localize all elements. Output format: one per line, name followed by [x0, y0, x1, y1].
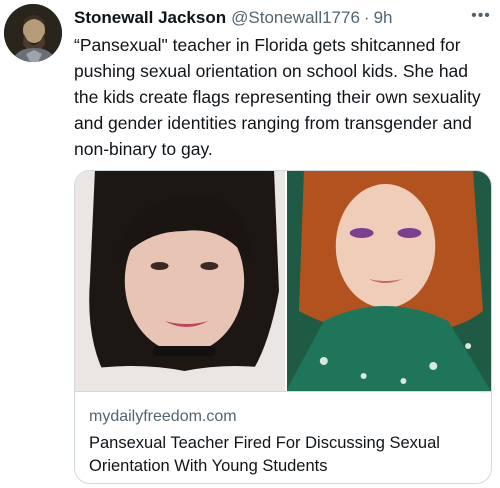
link-domain: mydailyfreedom.com: [89, 408, 237, 425]
link-preview-card[interactable]: mydailyfreedom.com Pansexual Teacher Fir…: [74, 170, 492, 484]
tweet-text: “Pansexual" teacher in Florida gets shit…: [74, 35, 481, 159]
tweet-timestamp[interactable]: 9h: [374, 8, 393, 28]
right-photo: [285, 171, 491, 391]
link-preview-info[interactable]: mydailyfreedom.com Pansexual Teacher Fir…: [75, 391, 491, 483]
more-options-icon[interactable]: •••: [468, 6, 494, 26]
avatar-portrait-image: [4, 4, 62, 62]
author-name[interactable]: Stonewall Jackson: [74, 8, 226, 28]
author-handle[interactable]: @Stonewall1776: [231, 8, 360, 28]
link-preview-image[interactable]: [75, 171, 491, 391]
left-photo: [75, 171, 286, 391]
tweet-header: Stonewall Jackson @Stonewall1776 · 9h: [74, 6, 490, 30]
header-separator: ·: [363, 8, 370, 27]
link-title: Pansexual Teacher Fired For Discussing S…: [89, 434, 440, 475]
avatar[interactable]: [4, 4, 62, 62]
